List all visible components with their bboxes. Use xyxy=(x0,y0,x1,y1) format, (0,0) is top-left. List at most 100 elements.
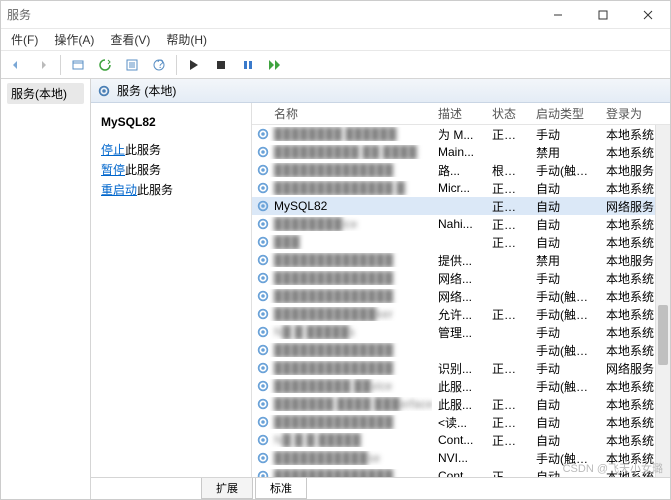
service-name-cell: ██████████████ xyxy=(274,271,393,285)
table-row[interactable]: ██████████████识别...正在...手动网络服务 xyxy=(252,359,670,377)
cell-desc: 提供... xyxy=(432,252,486,269)
table-row[interactable]: ███████ ████ ███erface S...此服...正在...自动本… xyxy=(252,395,670,413)
service-name-cell: ███████████se xyxy=(274,451,380,465)
restart-service-button[interactable] xyxy=(262,53,288,77)
col-header-status[interactable]: 状态 xyxy=(486,105,530,122)
cell-status: 正在... xyxy=(486,414,530,431)
pane-header-title: 服务 (本地) xyxy=(117,82,176,99)
table-row[interactable]: N█ █ █████s管理...手动本地系统 xyxy=(252,323,670,341)
table-row[interactable]: ███正在...自动本地系统 xyxy=(252,233,670,251)
cell-logon: 本地系统 xyxy=(600,234,660,251)
menu-help[interactable]: 帮助(H) xyxy=(160,29,213,50)
cell-logon: 本地系统 xyxy=(600,180,660,197)
cell-status: 正在... xyxy=(486,198,530,215)
cell-logon: 本地系统 xyxy=(600,432,660,449)
gear-icon xyxy=(256,415,270,429)
cell-startup: 手动(触发... xyxy=(530,342,600,359)
cell-logon: 本地系统 xyxy=(600,126,660,143)
export-list-button[interactable] xyxy=(65,53,91,77)
service-name-cell: █████████ ██vice xyxy=(274,379,392,393)
gear-icon xyxy=(256,307,270,321)
cell-logon: 本地系统 xyxy=(600,270,660,287)
table-row[interactable]: ████████████ker允许...正在...手动(触发...本地系统 xyxy=(252,305,670,323)
gear-icon xyxy=(256,343,270,357)
service-action-link[interactable]: 停止 xyxy=(101,143,125,157)
table-row[interactable]: ██████████████提供...禁用本地服务 xyxy=(252,251,670,269)
menu-view[interactable]: 查看(V) xyxy=(104,29,156,50)
col-header-desc[interactable]: 描述 xyxy=(432,105,486,122)
menu-action[interactable]: 操作(A) xyxy=(48,29,100,50)
toolbar: ? xyxy=(1,51,670,79)
col-header-name[interactable]: 名称 xyxy=(252,105,432,122)
watermark: CSDN @飞天小女璐 xyxy=(563,460,663,476)
stop-service-button[interactable] xyxy=(208,53,234,77)
col-header-startup[interactable]: 启动类型 xyxy=(530,105,600,122)
start-service-button[interactable] xyxy=(181,53,207,77)
minimize-button[interactable] xyxy=(535,1,580,29)
cell-desc: 此服... xyxy=(432,378,486,395)
table-row[interactable]: ██████████████ 网络... 手动本地系统 xyxy=(252,269,670,287)
cell-status: 正在... xyxy=(486,468,530,478)
toolbar-separator xyxy=(176,55,177,75)
cell-desc: Cont... xyxy=(432,469,486,477)
cell-logon: 本地系统 xyxy=(600,144,660,161)
table-row[interactable]: ██████████████ █Micr...正在...自动本地系统 xyxy=(252,179,670,197)
tab-extended[interactable]: 扩展 xyxy=(201,478,253,499)
maximize-button[interactable] xyxy=(580,1,625,29)
cell-startup: 手动 xyxy=(530,126,600,143)
table-row[interactable]: ████████iceNahi...正在...自动本地系统 xyxy=(252,215,670,233)
table-row[interactable]: MySQL82正在...自动网络服务 xyxy=(252,197,670,215)
left-tree-pane: 服务(本地) xyxy=(1,79,91,499)
menu-file[interactable]: 件(F) xyxy=(5,29,44,50)
close-button[interactable] xyxy=(625,1,670,29)
table-row[interactable]: ████████ ██████为 M...正在...手动本地系统 xyxy=(252,125,670,143)
back-button[interactable] xyxy=(3,53,29,77)
service-name-cell: ████████████ker xyxy=(274,307,393,321)
action-row: 重启动此服务 xyxy=(101,181,241,199)
cell-desc: 允许... xyxy=(432,306,486,323)
window-title: 服务 xyxy=(7,6,535,23)
table-row[interactable]: █████████ ██vice此服...手动(触发...本地系统 xyxy=(252,377,670,395)
service-name-cell: ██████████ ██ ████ xyxy=(274,145,417,159)
vertical-scrollbar[interactable] xyxy=(655,125,670,477)
svg-text:?: ? xyxy=(157,58,164,71)
cell-status: 正在... xyxy=(486,396,530,413)
service-action-link[interactable]: 暂停 xyxy=(101,163,125,177)
action-row: 暂停此服务 xyxy=(101,161,241,179)
table-row[interactable]: ██████████████路...根据...手动(触发...本地服务 xyxy=(252,161,670,179)
tab-standard[interactable]: 标准 xyxy=(255,478,307,499)
cell-startup: 手动(触发... xyxy=(530,378,600,395)
cell-desc: 路... xyxy=(432,162,486,179)
cell-startup: 自动 xyxy=(530,216,600,233)
refresh-button[interactable] xyxy=(92,53,118,77)
help-button[interactable]: ? xyxy=(146,53,172,77)
cell-startup: 手动 xyxy=(530,324,600,341)
cell-logon: 本地系统 xyxy=(600,216,660,233)
service-name-cell: ██████████████ xyxy=(274,343,393,357)
service-action-link[interactable]: 重启动 xyxy=(101,183,137,197)
gear-icon xyxy=(256,379,270,393)
table-row[interactable]: N█ █ █ █████Cont...正在...自动本地系统 xyxy=(252,431,670,449)
col-header-logon[interactable]: 登录为 xyxy=(600,105,660,122)
tree-node-services-local[interactable]: 服务(本地) xyxy=(7,83,84,104)
service-name-cell: ███ xyxy=(274,235,300,249)
gear-icon xyxy=(256,397,270,411)
toolbar-separator xyxy=(60,55,61,75)
table-row[interactable]: ██████████ ██ ████Main...禁用本地系统 xyxy=(252,143,670,161)
cell-desc: 网络... xyxy=(432,270,486,287)
detail-panel: MySQL82 停止此服务暂停此服务重启动此服务 xyxy=(91,103,251,477)
scrollbar-thumb[interactable] xyxy=(658,305,668,365)
cell-logon: 网络服务 xyxy=(600,360,660,377)
cell-startup: 手动 xyxy=(530,270,600,287)
forward-button[interactable] xyxy=(30,53,56,77)
cell-desc: Main... xyxy=(432,145,486,159)
gear-icon xyxy=(256,361,270,375)
table-row[interactable]: ██████████████<读...正在...自动本地系统 xyxy=(252,413,670,431)
properties-button[interactable] xyxy=(119,53,145,77)
service-name-cell: ██████████████ xyxy=(274,289,393,303)
table-row[interactable]: ██████████████手动(触发...本地系统 xyxy=(252,341,670,359)
pause-service-button[interactable] xyxy=(235,53,261,77)
table-row[interactable]: ██████████████网络...手动(触发...本地系统 xyxy=(252,287,670,305)
service-name-cell: ██████████████ xyxy=(274,163,393,177)
gear-icon xyxy=(256,451,270,465)
